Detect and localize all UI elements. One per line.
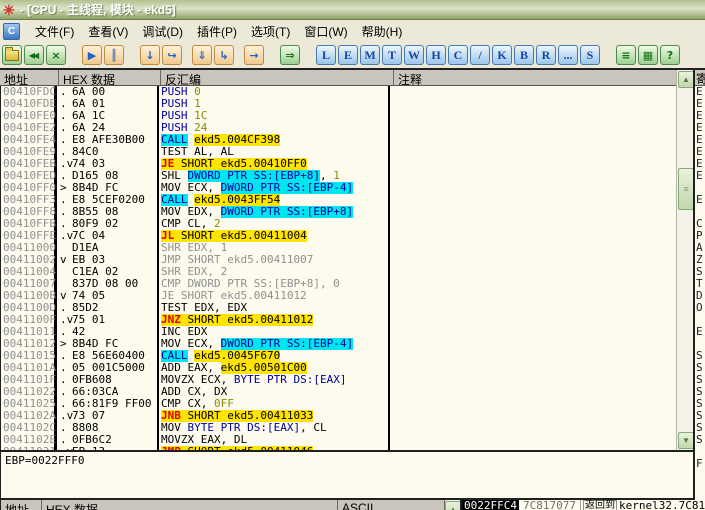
panel-button-R[interactable]: R — [536, 45, 556, 65]
col-header-hex: HEX 数据 — [59, 70, 161, 85]
stack-address[interactable]: 0022FFC4 — [462, 500, 519, 510]
run-button[interactable]: ▶ — [82, 45, 102, 65]
col-header-comment: 注释 — [394, 70, 676, 85]
execute-till-return-button[interactable]: → — [244, 45, 264, 65]
disasm-row[interactable]: 0041102A.v73 07JNB SHORT ekd5.00411033 — [1, 410, 676, 422]
disasm-column-headers: 地址 HEX 数据 反汇编 注释 — [0, 70, 676, 86]
dump-header-address: 地址 — [1, 500, 42, 510]
open-folder-icon — [5, 50, 19, 61]
info-pane: EBP=0022FFF0 — [0, 452, 693, 498]
stack-return-label: 返回到 — [583, 500, 617, 510]
cpu-pane: 地址 HEX 数据 反汇编 注释 00410FDC.6A 00PUSH 0004… — [0, 68, 705, 510]
registers-pane: 寄存器 EEEEEEEEECPAZSTDOESSSSSSSSF — [693, 70, 705, 500]
help-button[interactable]: ? — [660, 45, 680, 65]
cpu-window-icon[interactable]: C — [3, 23, 20, 40]
stack-comment: kernel32.7C817 — [619, 500, 705, 510]
disasm-row[interactable]: 00410FFE.v7C 04JL SHORT ekd5.00411004 — [1, 230, 676, 242]
register-row[interactable]: E — [695, 326, 705, 338]
menu-item[interactable]: 调试(D) — [135, 21, 190, 42]
dump-column-headers: 地址 HEX 数据 ASCII — [0, 500, 445, 510]
menu-item[interactable]: 帮助(H) — [355, 21, 410, 42]
menu-bar: C 文件(F)查看(V)调试(D)插件(P)选项(T)窗口(W)帮助(H) — [0, 21, 705, 42]
bottom-strip: 地址 HEX 数据 ASCII ▲ 0022FFC4 7C817077 返回到 … — [0, 500, 705, 510]
dump-header-hex: HEX 数据 — [42, 500, 338, 510]
disasm-row[interactable]: 0041100F.v75 01JNZ SHORT ekd5.00411012 — [1, 314, 676, 326]
register-row[interactable]: S — [695, 434, 705, 446]
scroll-down-icon[interactable]: ▼ — [678, 432, 694, 449]
disasm-row[interactable]: 00410FE4.E8 AFE30B00CALL ekd5.004CF398 — [1, 134, 676, 146]
dump-scrollbar[interactable]: ▲ — [445, 500, 460, 510]
menu-items: 文件(F)查看(V)调试(D)插件(P)选项(T)窗口(W)帮助(H) — [28, 21, 409, 42]
panel-button-H[interactable]: H — [426, 45, 446, 65]
open-file-button[interactable] — [2, 45, 22, 65]
goto-button[interactable]: ⇒ — [280, 45, 300, 65]
step-into-button[interactable]: ↓ — [140, 45, 160, 65]
scroll-up-icon[interactable]: ▲ — [445, 501, 461, 510]
register-row[interactable]: O — [695, 302, 705, 314]
disasm-row[interactable]: 0041100Bv74 05JE SHORT ekd5.00411012 — [1, 290, 676, 302]
panel-button-...[interactable]: ... — [558, 45, 578, 65]
panel-button-L[interactable]: L — [316, 45, 336, 65]
registers-letters: EEEEEEEEECPAZSTDOESSSSSSSSF — [695, 86, 705, 470]
window-title: - [CPU - 主线程, 模块 - ekd5] — [20, 1, 176, 18]
menu-item[interactable]: 插件(P) — [190, 21, 244, 42]
step-over-button[interactable]: ↪ — [162, 45, 182, 65]
panel-button-T[interactable]: T — [382, 45, 402, 65]
trace-into-button[interactable]: ⇓ — [192, 45, 212, 65]
appearance-button[interactable]: ▦ — [638, 45, 658, 65]
disasm-scrollbar[interactable]: ▲ ≡ ▼ — [676, 70, 693, 450]
menu-item[interactable]: 文件(F) — [28, 21, 81, 42]
panel-button-W[interactable]: W — [404, 45, 424, 65]
col-header-disasm: 反汇编 — [161, 70, 394, 85]
panel-button-S[interactable]: S — [580, 45, 600, 65]
restart-button[interactable]: ◀◀ — [24, 45, 44, 65]
register-row[interactable]: F — [695, 458, 705, 470]
panel-button-K[interactable]: K — [492, 45, 512, 65]
dump-header-ascii: ASCII — [338, 500, 445, 510]
panel-button-/[interactable]: / — [470, 45, 490, 65]
scroll-up-icon[interactable]: ▲ — [678, 71, 694, 88]
col-header-address: 地址 — [0, 70, 59, 85]
menu-item[interactable]: 窗口(W) — [297, 21, 354, 42]
close-button[interactable]: × — [46, 45, 66, 65]
register-row[interactable]: E — [695, 170, 705, 182]
menu-item[interactable]: 选项(T) — [244, 21, 297, 42]
panel-button-M[interactable]: M — [360, 45, 380, 65]
toolbar: ◀◀ × ▶ ║ ↓ ↪ ⇓ ↳ → ⇒ LEMTWHC/KBR...S ≡ ▦… — [0, 42, 705, 68]
register-row[interactable]: E — [695, 194, 705, 206]
menu-item[interactable]: 查看(V) — [81, 21, 135, 42]
log-button[interactable]: ≡ — [616, 45, 636, 65]
disasm-rows: 00410FDC.6A 00PUSH 000410FDE.6A 01PUSH 1… — [0, 86, 676, 450]
pause-button[interactable]: ║ — [104, 45, 124, 65]
panel-button-B[interactable]: B — [514, 45, 534, 65]
ollydbg-window: ✳ - [CPU - 主线程, 模块 - ekd5] C 文件(F)查看(V)调… — [0, 0, 705, 510]
stack-pane[interactable]: 0022FFC4 7C817077 返回到 kernel32.7C817 — [460, 500, 705, 510]
stack-value: 7C817077 — [519, 500, 581, 510]
scrollbar-thumb[interactable]: ≡ — [678, 168, 694, 210]
title-bar[interactable]: ✳ - [CPU - 主线程, 模块 - ekd5] — [0, 0, 705, 20]
trace-over-button[interactable]: ↳ — [214, 45, 234, 65]
panel-button-E[interactable]: E — [338, 45, 358, 65]
registers-header: 寄存器 — [695, 70, 705, 86]
info-pane-text: EBP=0022FFF0 — [5, 454, 84, 467]
app-icon: ✳ — [3, 3, 15, 17]
panel-button-C[interactable]: C — [448, 45, 468, 65]
letter-buttons: LEMTWHC/KBR...S — [316, 45, 602, 65]
